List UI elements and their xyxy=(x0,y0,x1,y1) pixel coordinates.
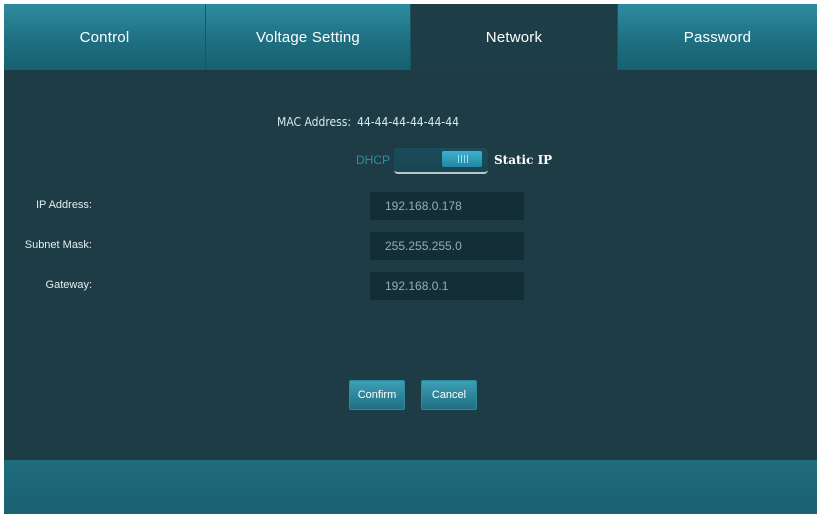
tab-label: Password xyxy=(683,28,752,46)
tab-password[interactable]: Password xyxy=(618,4,817,70)
gateway-label: Gateway: xyxy=(45,279,92,291)
grip-icon xyxy=(458,155,468,163)
tab-label: Voltage Setting xyxy=(256,28,360,46)
network-settings-window: Control Voltage Setting Network Password… xyxy=(4,4,817,514)
subnet-mask-label: Subnet Mask: xyxy=(24,239,92,251)
tab-control[interactable]: Control xyxy=(4,4,206,70)
tab-voltage-setting[interactable]: Voltage Setting xyxy=(206,4,411,70)
confirm-button-label: Confirm xyxy=(357,389,397,401)
tab-network[interactable]: Network xyxy=(411,4,618,70)
ip-mode-switch[interactable] xyxy=(394,148,488,174)
switch-knob[interactable] xyxy=(442,151,482,167)
network-panel: MAC Address: 44-44-44-44-44-44 DHCP Stati… xyxy=(4,70,817,460)
tab-bar: Control Voltage Setting Network Password xyxy=(4,4,817,70)
mac-address-value: 44-44-44-44-44-44 xyxy=(357,115,459,129)
dhcp-label[interactable]: DHCP xyxy=(356,153,390,167)
mac-address-row: MAC Address: 44-44-44-44-44-44 xyxy=(277,115,459,129)
cancel-button-label: Cancel xyxy=(431,389,467,401)
gateway-input[interactable] xyxy=(370,272,524,300)
static-ip-label[interactable]: Static IP xyxy=(494,153,552,167)
confirm-button[interactable]: Confirm xyxy=(349,380,405,410)
tab-label: Network xyxy=(485,28,543,46)
footer-bar xyxy=(4,460,817,514)
mac-address-label: MAC Address: xyxy=(277,115,352,129)
subnet-mask-input[interactable] xyxy=(370,232,524,260)
cancel-button[interactable]: Cancel xyxy=(421,380,477,410)
tab-label: Control xyxy=(79,28,130,46)
ip-address-input[interactable] xyxy=(370,192,524,220)
ip-address-label: IP Address: xyxy=(35,199,92,211)
